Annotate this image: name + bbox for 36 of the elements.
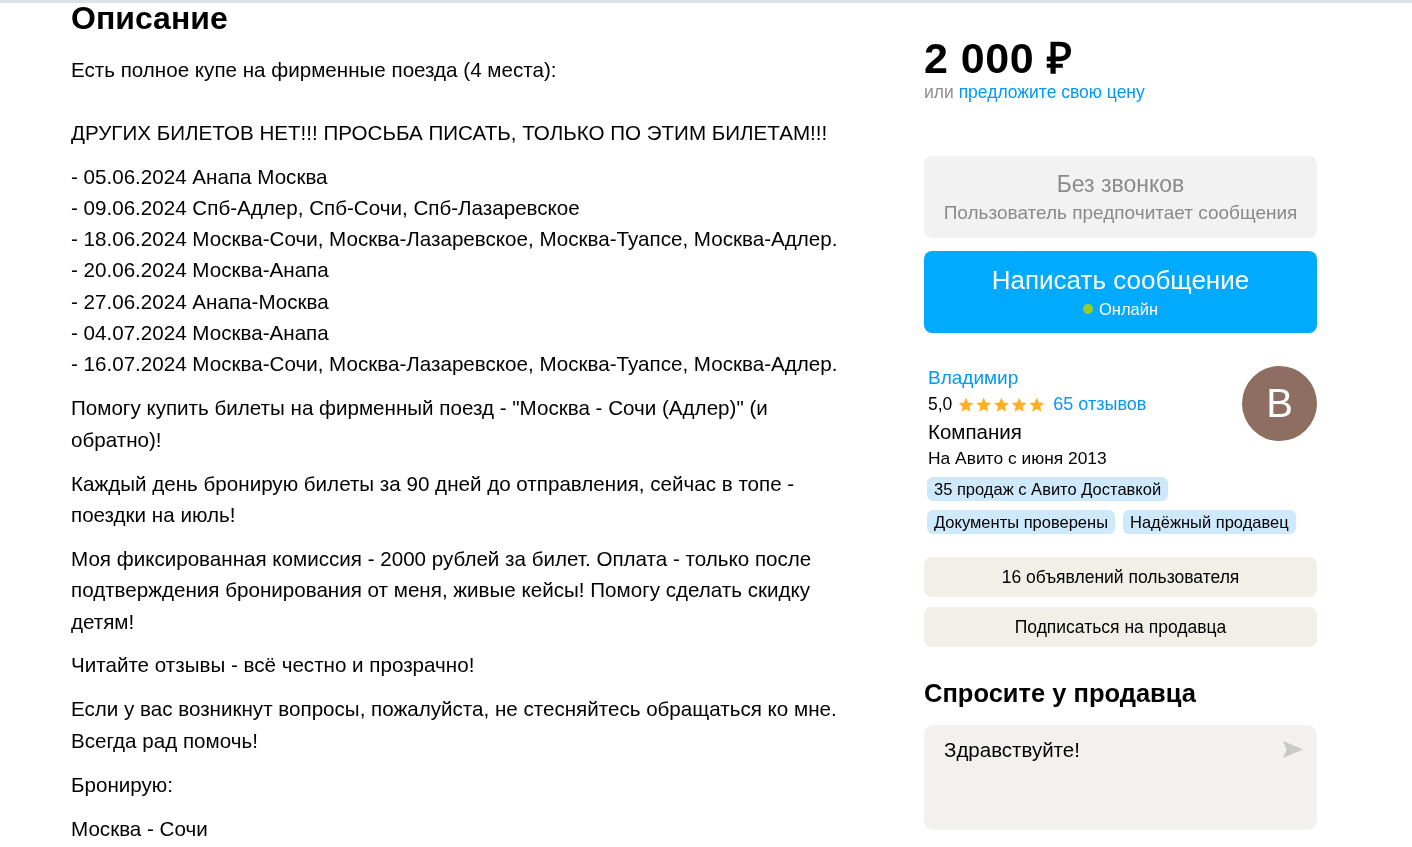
trip-line: - 16.07.2024 Москва-Сочи, Москва-Лазаревское, Москва-Туапсе, Москва-Адлер. xyxy=(71,351,839,378)
price: 2 000 ₽ xyxy=(924,36,1074,80)
trip-line: - 20.06.2024 Москва-Анапа xyxy=(71,257,330,284)
description-paragraph: Если у вас возникнут вопросы, пожалуйста, не стесняйтесь обращаться ко мне. Всегда рад помочь! xyxy=(71,696,838,754)
description-paragraph: Каждый день бронирую билеты за 90 дней до отправления, сейчас в топе - поездки на июль! xyxy=(71,470,796,528)
seller-name-link[interactable]: Владимир xyxy=(928,364,1019,391)
trip-line: - 09.06.2024 Спб-Адлер, Спб-Сочи, Спб-Лазаревское xyxy=(71,194,581,221)
seller-since: На Авито с июня 2013 xyxy=(928,447,1107,470)
trip-line: - 18.06.2024 Москва-Сочи, Москва-Лазаревское, Москва-Туапсе, Москва-Адлер. xyxy=(71,226,839,253)
rating-value: 5,0 xyxy=(928,393,953,416)
trip-line: - 27.06.2024 Анапа-Москва xyxy=(71,288,330,315)
message-field[interactable]: Здравствуйте! xyxy=(924,725,1317,830)
avatar[interactable]: В xyxy=(1242,366,1317,441)
description-paragraph: Москва - Сочи xyxy=(71,815,209,842)
section-heading: Описание xyxy=(71,3,229,33)
seller-badge: Документы проверены xyxy=(927,510,1115,534)
trip-line: - 04.07.2024 Москва-Анапа xyxy=(71,320,330,347)
trip-line: - 05.06.2024 Анапа Москва xyxy=(71,163,329,190)
seller-type: Компания xyxy=(928,419,1022,445)
reviews-link[interactable]: 65 отзывов xyxy=(1053,391,1147,418)
description-paragraph: Бронирую: xyxy=(71,771,174,798)
send-icon[interactable] xyxy=(1283,741,1303,758)
notice-title: Без звонков xyxy=(1056,170,1185,198)
description-paragraph: Есть полное купе на фирменные поезда (4 места): ДРУГИХ БИЛЕТОВ НЕТ!!! ПРОСЬБА ПИСАТЬ, ТОЛЬКО ПО ЭТИМ БИЛЕТАМ!!! xyxy=(71,57,829,146)
notice-subtitle: Пользователь предпочитает сообщения xyxy=(943,200,1298,224)
description-paragraph: Читайте отзывы - всё честно и прозрачно! xyxy=(71,652,476,679)
seller-badge: 35 продаж с Авито Доставкой xyxy=(927,477,1169,501)
description-paragraph: Моя фиксированная комиссия - 2000 рублей за билет. Оплата - только после подтверждения бронирования от меня, живые кейсы! Помогу сделать скидку детям! xyxy=(71,545,813,635)
seller-action-button[interactable]: Подписаться на продавца xyxy=(924,607,1317,647)
ask-seller-heading: Спросите у продавца xyxy=(924,678,1197,708)
seller-badge: Надёжный продавец xyxy=(1123,510,1296,534)
write-message-button[interactable]: Написать сообщение Онлайн xyxy=(924,251,1317,333)
price-offer-text: или предложите свою цену xyxy=(924,82,1146,102)
offer-price-link[interactable]: предложите свою цену xyxy=(958,82,1145,102)
seller-action-button[interactable]: 16 объявлений пользователя xyxy=(924,557,1317,597)
description-paragraph: Помогу купить билеты на фирменный поезд - "Москва - Сочи (Адлер)" (и обратно)! xyxy=(71,395,769,453)
